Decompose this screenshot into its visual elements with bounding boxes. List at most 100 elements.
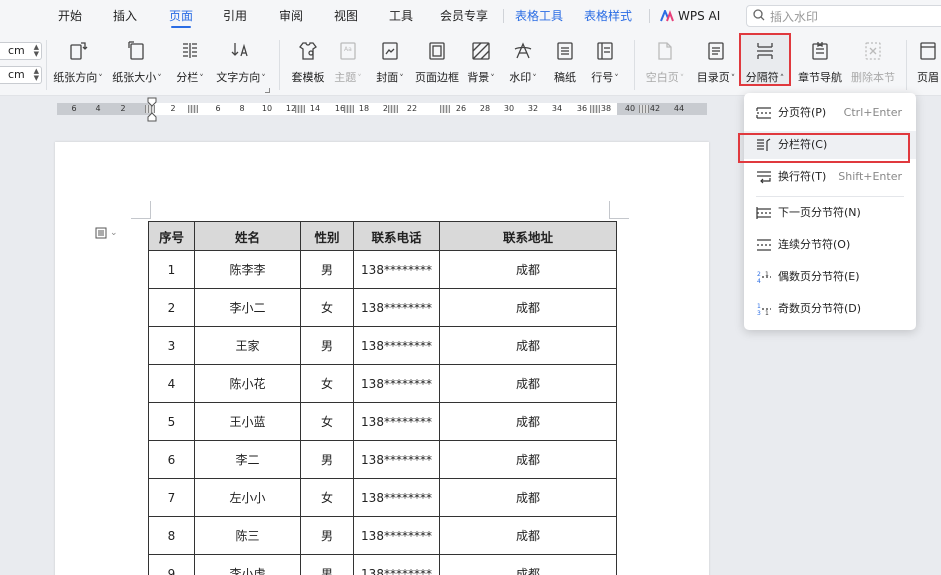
table-cell[interactable]: 男 — [300, 440, 354, 479]
table-cell[interactable]: 女 — [300, 288, 354, 327]
table-cell[interactable]: 6 — [148, 440, 195, 479]
margin-unit-bottom-field[interactable]: cm ▲ ▼ — [0, 66, 42, 84]
table-cell[interactable]: 李小二 — [194, 288, 301, 327]
dropdown-item-line-break[interactable]: 换行符(T) Shift+Enter — [744, 163, 916, 191]
table-cell[interactable]: 李小虎 — [194, 554, 301, 575]
table-cell[interactable]: 女 — [300, 364, 354, 403]
ruler-column-marker[interactable] — [440, 105, 450, 113]
blank-page-icon — [654, 40, 676, 62]
table-cell[interactable]: 成都 — [439, 440, 617, 479]
tool-delete-section[interactable]: 删除本节 — [843, 40, 903, 85]
table-cell[interactable]: 陈小花 — [194, 364, 301, 403]
table-cell[interactable]: 9 — [148, 554, 195, 575]
tool-paper-size[interactable]: 纸张大小 ˅ — [107, 40, 167, 85]
table-cell[interactable]: 成都 — [439, 326, 617, 365]
menu-table-style[interactable]: 表格样式 — [584, 0, 632, 32]
ruler-column-marker[interactable] — [344, 105, 354, 113]
dropdown-item-page-break[interactable]: 分页符(P) Ctrl+Enter — [744, 99, 916, 127]
menu-review[interactable]: 审阅 — [279, 0, 303, 32]
table-cell[interactable]: 5 — [148, 402, 195, 441]
table-cell[interactable]: 陈李李 — [194, 250, 301, 289]
menu-reference[interactable]: 引用 — [223, 0, 247, 32]
table-cell[interactable]: 成都 — [439, 554, 617, 575]
table-cell[interactable]: 1 — [148, 250, 195, 289]
menu-view[interactable]: 视图 — [334, 0, 358, 32]
menu-page[interactable]: 页面 — [169, 0, 193, 32]
ruler-column-marker[interactable] — [590, 105, 600, 113]
menu-start[interactable]: 开始 — [58, 0, 82, 32]
table-cell[interactable]: 王小蓝 — [194, 402, 301, 441]
dropdown-item-next-page-section[interactable]: 下一页分节符(N) — [744, 199, 916, 227]
table-cell[interactable]: 男 — [300, 326, 354, 365]
table-cell[interactable]: 女 — [300, 402, 354, 441]
tool-chapter-nav[interactable]: 章节导航 — [790, 40, 850, 85]
table-header-cell[interactable]: 联系地址 — [439, 221, 617, 251]
ruler-column-marker[interactable] — [188, 105, 198, 113]
table-cell[interactable]: 成都 — [439, 402, 617, 441]
dropdown-item-odd-page-section[interactable]: 131 奇数页分节符(D) — [744, 295, 916, 323]
table-header-cell[interactable]: 性别 — [300, 221, 354, 251]
table-cell[interactable]: 男 — [300, 554, 354, 575]
background-icon — [470, 40, 492, 62]
tool-label: 主题 — [334, 71, 357, 84]
indent-marker-icon[interactable] — [147, 97, 157, 127]
tool-line-number[interactable]: 行号 ˅ — [575, 40, 635, 85]
table-cell[interactable]: 王家 — [194, 326, 301, 365]
wps-ai-button[interactable]: WPS AI — [660, 0, 720, 32]
table-cell[interactable]: 左小小 — [194, 478, 301, 517]
tool-paper-orientation[interactable]: 纸张方向 ˅ — [48, 40, 108, 85]
menu-member[interactable]: 会员专享 — [440, 0, 488, 32]
table-cell[interactable]: 138******** — [353, 250, 440, 289]
table-cell[interactable]: 7 — [148, 478, 195, 517]
page-setup-launcher-icon[interactable] — [265, 88, 270, 93]
table-row-handle[interactable]: ⌄ — [95, 227, 118, 239]
table-cell[interactable]: 男 — [300, 250, 354, 289]
tool-header[interactable]: 页眉 — [898, 40, 941, 85]
table-cell[interactable]: 2 — [148, 288, 195, 327]
tool-text-direction[interactable]: 文字方向 ˅ — [211, 40, 271, 85]
table-cell[interactable]: 138******** — [353, 516, 440, 555]
table-cell[interactable]: 成都 — [439, 478, 617, 517]
table-cell[interactable]: 4 — [148, 364, 195, 403]
table-cell[interactable]: 138******** — [353, 364, 440, 403]
table-header-cell[interactable]: 姓名 — [194, 221, 301, 251]
margin-unit-top-field[interactable]: cm ▲ ▼ — [0, 42, 42, 60]
ruler-column-marker[interactable] — [388, 105, 398, 113]
spinner-icon[interactable]: ▲ ▼ — [34, 44, 39, 58]
table-cell[interactable]: 138******** — [353, 288, 440, 327]
menu-table-tools[interactable]: 表格工具 — [515, 0, 563, 32]
ruler-column-marker[interactable] — [639, 105, 649, 113]
table-cell[interactable]: 3 — [148, 326, 195, 365]
table-cell[interactable]: 138******** — [353, 440, 440, 479]
table-cell[interactable]: 陈三 — [194, 516, 301, 555]
table-cell[interactable]: 成都 — [439, 516, 617, 555]
table-cell[interactable]: 男 — [300, 516, 354, 555]
table-header-cell[interactable]: 联系电话 — [353, 221, 440, 251]
table-cell[interactable]: 成都 — [439, 250, 617, 289]
table-cell[interactable]: 成都 — [439, 364, 617, 403]
theme-icon: Aa — [337, 40, 359, 62]
table-cell[interactable]: 138******** — [353, 326, 440, 365]
dropdown-item-continuous-section[interactable]: 连续分节符(O) — [744, 231, 916, 259]
chevron-down-icon: ˅ — [399, 74, 404, 84]
table-header-cell[interactable]: 序号 — [148, 221, 195, 251]
ruler-tick: 6 — [71, 104, 77, 113]
table-cell[interactable]: 女 — [300, 478, 354, 517]
menu-tools[interactable]: 工具 — [389, 0, 413, 32]
odd-page-section-icon: 131 — [756, 302, 772, 317]
table-cell[interactable]: 138******** — [353, 402, 440, 441]
search-input[interactable]: 插入水印 — [746, 5, 941, 27]
dropdown-item-label: 换行符(T) — [778, 170, 827, 183]
table-cell[interactable]: 138******** — [353, 554, 440, 575]
table-cell[interactable]: 成都 — [439, 288, 617, 327]
table-cell[interactable]: 138******** — [353, 478, 440, 517]
ruler-column-marker[interactable] — [295, 105, 305, 113]
line-break-icon — [756, 170, 772, 184]
table-cell[interactable]: 8 — [148, 516, 195, 555]
data-table[interactable]: 序号 姓名 性别 联系电话 联系地址 1 陈李李男 138******** 成都 2 李小… — [148, 221, 617, 575]
menu-insert[interactable]: 插入 — [113, 0, 137, 32]
dropdown-item-even-page-section[interactable]: 241 偶数页分节符(E) — [744, 263, 916, 291]
spinner-icon[interactable]: ▲ ▼ — [34, 68, 39, 82]
tool-separator[interactable]: 分隔符 ˄ — [735, 40, 795, 85]
table-cell[interactable]: 李二 — [194, 440, 301, 479]
